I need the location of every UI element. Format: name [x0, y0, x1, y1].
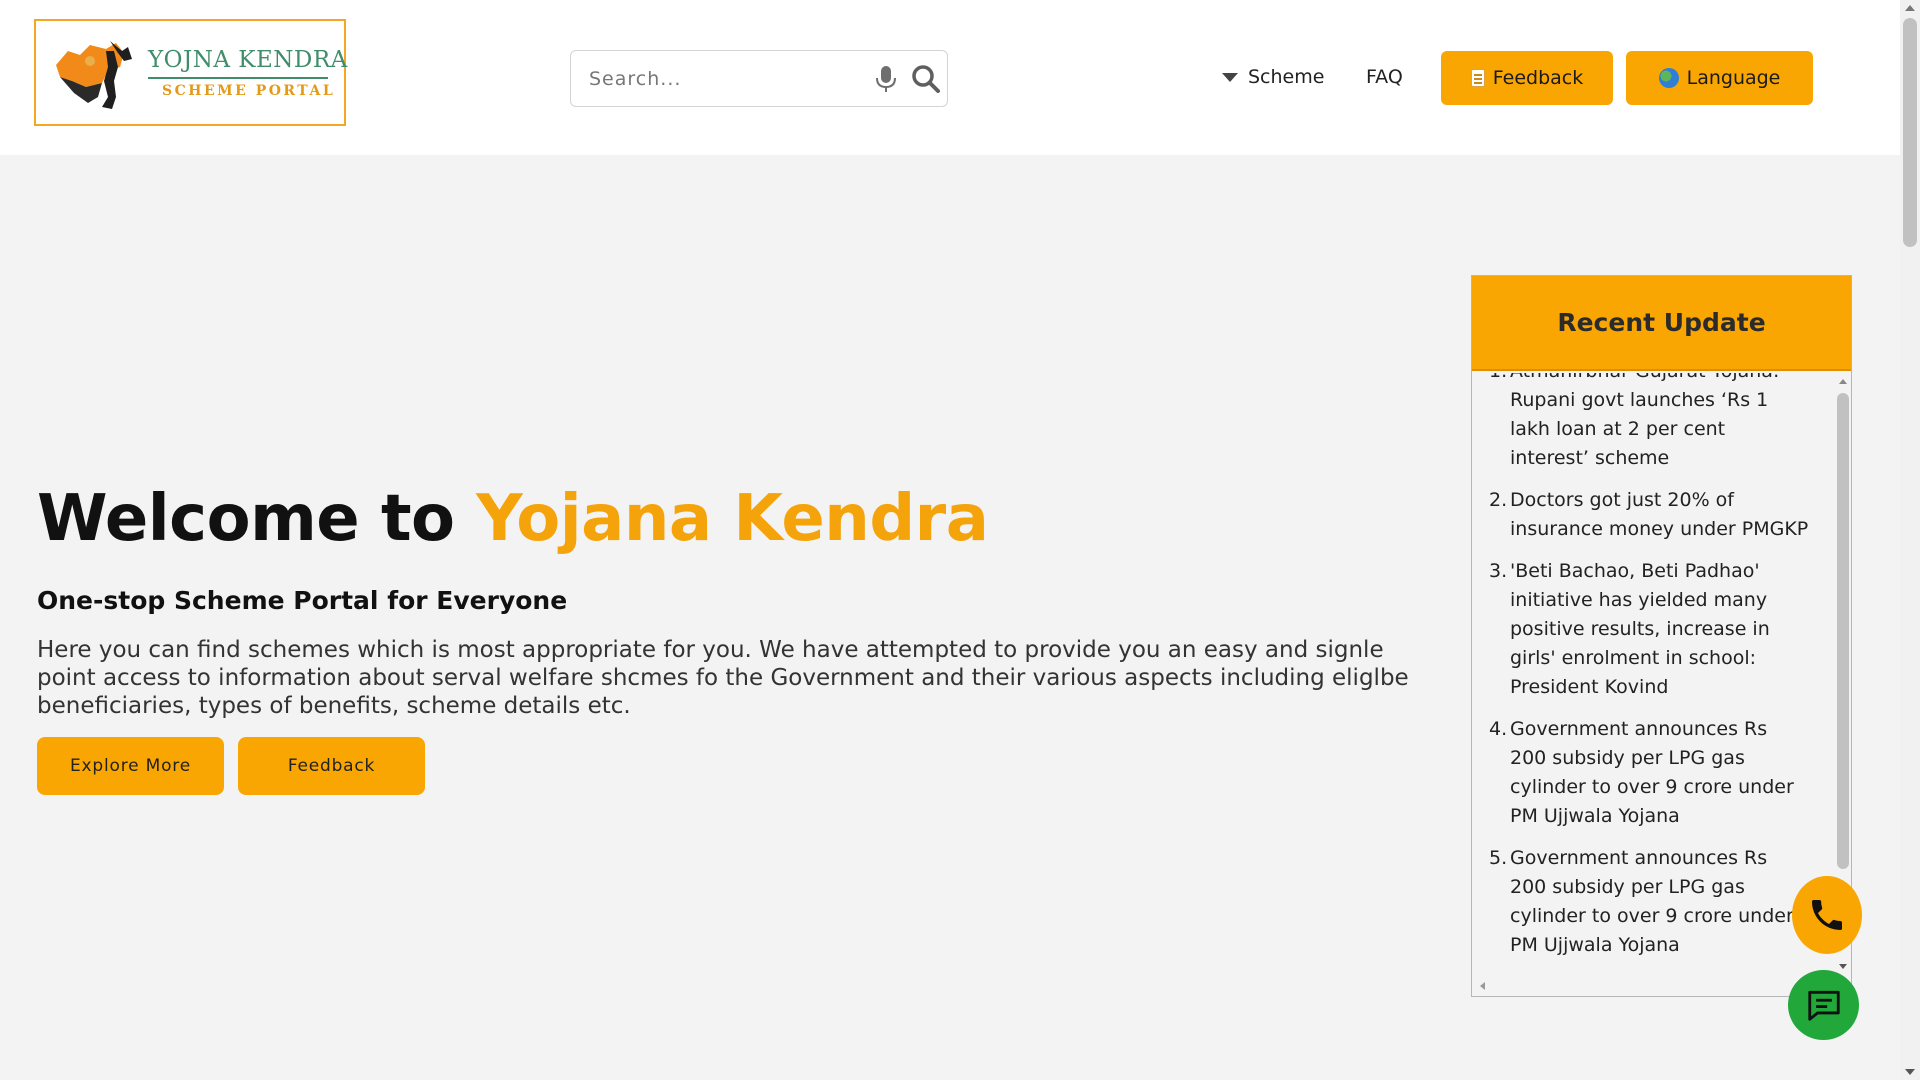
chat-button[interactable] [1788, 970, 1859, 1040]
hero-subtitle: One-stop Scheme Portal for Everyone [37, 586, 568, 615]
list-item-number: 4. [1489, 718, 1508, 740]
language-label: Language [1686, 67, 1781, 89]
explore-more-button[interactable]: Explore More [37, 737, 224, 795]
site-header: YOJNA KENDRA SCHEME PORTAL Scheme FAQ Fe… [0, 0, 1900, 155]
nav-scheme-label: Scheme [1248, 66, 1325, 88]
language-button[interactable]: Language [1626, 51, 1813, 105]
scroll-down-arrow-icon[interactable] [1839, 964, 1847, 969]
list-item-text: Doctors got just 20% of insurance money … [1510, 489, 1809, 540]
scroll-left-arrow-icon[interactable] [1480, 982, 1485, 990]
page-scroll-down-icon[interactable] [1905, 1069, 1915, 1075]
site-logo[interactable]: YOJNA KENDRA SCHEME PORTAL [34, 19, 348, 126]
hero-title-prefix: Welcome to [37, 482, 477, 556]
search-box [570, 50, 948, 107]
recent-update-list: 1. Atmanirbhar Gujarat Yojana: Rupani go… [1473, 373, 1835, 973]
recent-update-heading: Recent Update [1472, 276, 1851, 371]
header-feedback-label: Feedback [1492, 67, 1584, 89]
chat-icon [1807, 990, 1840, 1021]
recent-update-list-viewport[interactable]: 1. Atmanirbhar Gujarat Yojana: Rupani go… [1473, 373, 1835, 975]
hero-feedback-button[interactable]: Feedback [238, 737, 425, 795]
list-item-text: Atmanirbhar Gujarat Yojana: Rupani govt … [1510, 373, 1779, 469]
list-item[interactable]: 2. Doctors got just 20% of insurance mon… [1473, 486, 1835, 544]
list-item[interactable]: 4. Government announces Rs 200 subsidy p… [1473, 715, 1835, 831]
list-item-text: 'Beti Bachao, Beti Padhao' initiative ha… [1510, 560, 1770, 698]
search-icon[interactable] [911, 64, 941, 94]
list-item[interactable]: 1. Atmanirbhar Gujarat Yojana: Rupani go… [1473, 373, 1835, 473]
list-item-number: 2. [1489, 489, 1508, 511]
list-item-number: 5. [1489, 847, 1508, 869]
list-item-number: 1. [1489, 373, 1510, 473]
logo-title: YOJNA KENDRA [148, 47, 348, 73]
nav-scheme-dropdown[interactable]: Scheme [1222, 62, 1324, 92]
document-icon [1470, 69, 1485, 87]
header-feedback-button[interactable]: Feedback [1441, 51, 1613, 105]
globe-icon [1658, 68, 1679, 88]
logo-emblem-icon [56, 41, 132, 109]
hero-title-accent: Yojana Kendra [476, 482, 989, 556]
hero-title: Welcome to Yojana Kendra [37, 482, 989, 556]
list-item[interactable]: 3. 'Beti Bachao, Beti Padhao' initiative… [1473, 557, 1835, 702]
logo-divider [148, 77, 328, 79]
logo-subtitle: SCHEME PORTAL [162, 83, 336, 99]
page-scrollbar-thumb[interactable] [1903, 18, 1917, 247]
list-item-text: Government announces Rs 200 subsidy per … [1510, 718, 1794, 827]
list-item-text: Government announces Rs 200 subsidy per … [1510, 847, 1794, 956]
scroll-up-arrow-icon[interactable] [1839, 379, 1847, 384]
page-scroll-up-icon[interactable] [1905, 5, 1915, 11]
recent-update-horizontal-scrollbar[interactable] [1472, 975, 1835, 996]
list-item[interactable]: 5. Government announces Rs 200 subsidy p… [1473, 844, 1835, 960]
call-button[interactable] [1792, 876, 1862, 954]
microphone-icon[interactable] [874, 65, 898, 93]
page-scrollbar[interactable] [1900, 0, 1920, 1080]
recent-update-panel: Recent Update 1. Atmanirbhar Gujarat Yoj… [1471, 275, 1852, 997]
phone-icon [1812, 900, 1842, 930]
list-item-number: 3. [1489, 560, 1508, 582]
nav-faq-link[interactable]: FAQ [1366, 62, 1403, 92]
hero-description: Here you can find schemes which is most … [37, 637, 1409, 719]
scrollbar-thumb[interactable] [1837, 393, 1849, 869]
caret-down-icon [1222, 72, 1238, 82]
search-input[interactable] [589, 61, 859, 97]
